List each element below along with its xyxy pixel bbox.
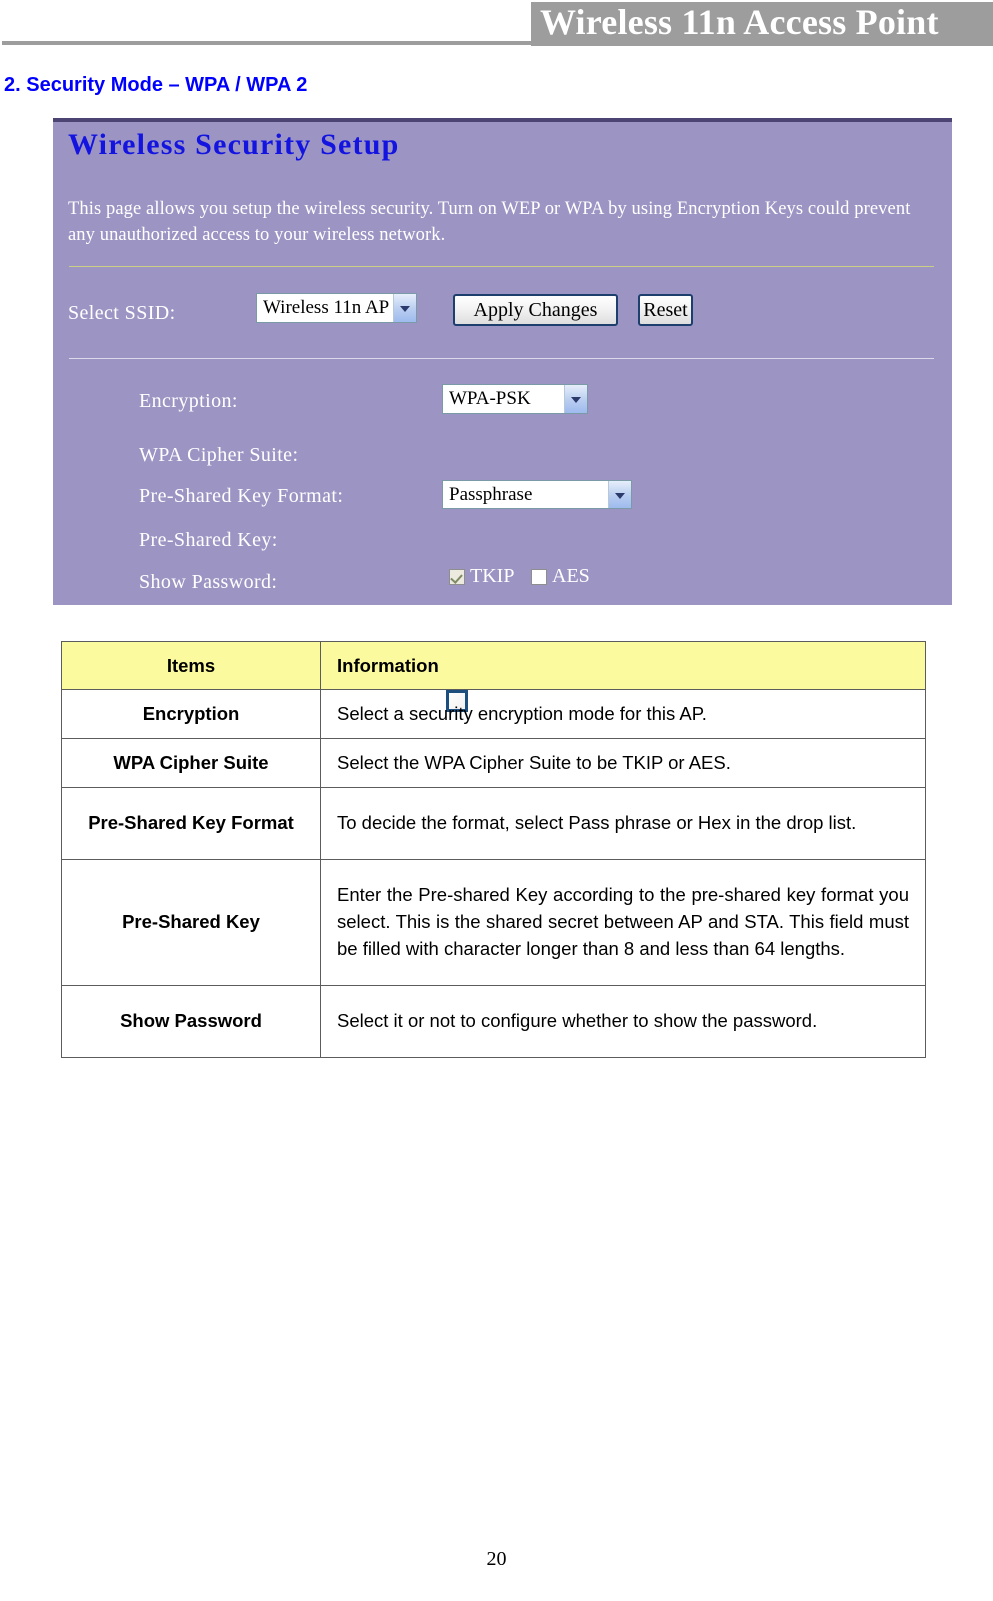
table-row: Pre-Shared Key Format To decide the form… (61, 787, 926, 860)
page-number: 20 (486, 1548, 507, 1570)
chevron-down-icon (393, 294, 416, 322)
table-row: WPA Cipher Suite Select the WPA Cipher S… (61, 738, 926, 788)
information-table: Items Information Encryption Select a se… (61, 641, 926, 1058)
encryption-select[interactable]: WPA-PSK (442, 384, 588, 414)
table-header-row: Items Information (61, 641, 926, 690)
panel-description-line-1: This page allows you setup the wireless … (68, 199, 911, 219)
pre-shared-key-format-label: Pre-Shared Key Format: (139, 485, 344, 507)
table-cell-item: Encryption (61, 689, 321, 739)
table-cell-info: Enter the Pre-shared Key according to th… (320, 859, 926, 986)
table-row: Pre-Shared Key Enter the Pre-shared Key … (61, 859, 926, 986)
reset-button[interactable]: Reset (638, 294, 693, 326)
table-cell-item: Show Password (61, 985, 321, 1058)
page-title: Wireless 11n Access Point (540, 2, 939, 42)
checkbox-unchecked-icon (531, 568, 547, 585)
panel-divider-top (69, 266, 934, 267)
cipher-aes-label: AES (552, 565, 590, 587)
table-cell-info: To decide the format, select Pass phrase… (320, 787, 926, 860)
table-cell-item: Pre-Shared Key Format (61, 787, 321, 860)
panel-title: Wireless Security Setup (68, 128, 400, 161)
table-cell-info: Select the WPA Cipher Suite to be TKIP o… (320, 738, 926, 788)
pre-shared-key-format-value: Passphrase (449, 483, 533, 505)
table-cell-item: WPA Cipher Suite (61, 738, 321, 788)
ssid-select[interactable]: Wireless 11n AP (256, 293, 417, 323)
encryption-label: Encryption: (139, 390, 238, 412)
show-password-label: Show Password: (139, 571, 278, 593)
ssid-select-value: Wireless 11n AP (263, 297, 390, 318)
chevron-down-icon (564, 385, 587, 413)
wpa-cipher-suite-label: WPA Cipher Suite: (139, 444, 299, 466)
page-header: Wireless 11n Access Point (0, 0, 993, 58)
pre-shared-key-format-select[interactable]: Passphrase (442, 480, 632, 509)
pre-shared-key-label: Pre-Shared Key: (139, 529, 278, 551)
table-header-items: Items (61, 641, 321, 690)
table-cell-item: Pre-Shared Key (61, 859, 321, 986)
checkbox-checked-icon (449, 568, 465, 585)
encryption-select-value: WPA-PSK (449, 388, 531, 409)
apply-changes-button[interactable]: Apply Changes (453, 294, 618, 326)
chevron-down-icon (608, 481, 631, 508)
panel-divider-bottom (69, 358, 934, 359)
table-row: Show Password Select it or not to config… (61, 985, 926, 1058)
cipher-tkip-checkbox[interactable]: TKIP (449, 565, 514, 588)
table-row: Encryption Select a security encryption … (61, 689, 926, 739)
panel-description-line-2: any unauthorized access to your wireless… (68, 225, 446, 245)
cipher-tkip-label: TKIP (470, 565, 515, 587)
section-heading: 2. Security Mode – WPA / WPA 2 (4, 74, 308, 96)
wireless-security-setup-panel: Wireless Security Setup This page allows… (53, 118, 952, 712)
select-ssid-label: Select SSID: (68, 302, 176, 324)
table-cell-info: Select it or not to configure whether to… (320, 985, 926, 1058)
cipher-aes-checkbox[interactable]: AES (531, 565, 590, 588)
table-cell-info: Select a security encryption mode for th… (320, 689, 926, 739)
table-header-information: Information (320, 641, 926, 690)
